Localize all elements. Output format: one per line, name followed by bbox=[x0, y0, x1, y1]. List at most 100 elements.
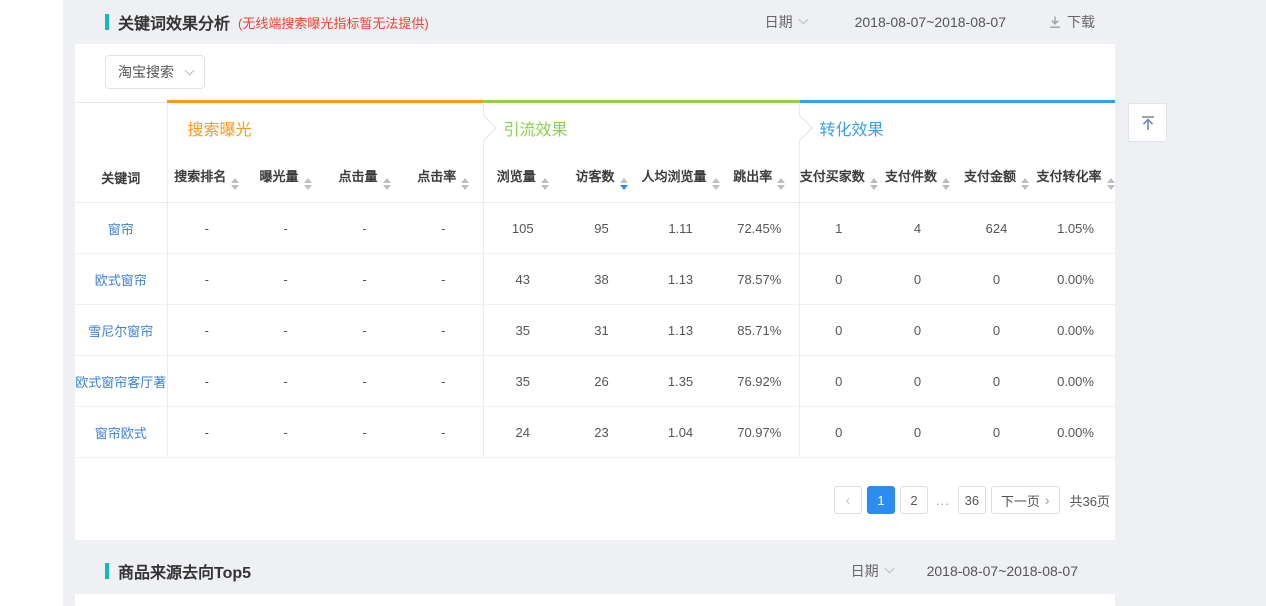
table-cell: - bbox=[246, 203, 325, 254]
table-cell: 0 bbox=[799, 356, 878, 407]
column-header-sortable[interactable]: 支付买家数 bbox=[799, 154, 878, 203]
table-cell: 0 bbox=[878, 254, 957, 305]
sort-icon[interactable] bbox=[1021, 178, 1029, 190]
column-header-sortable[interactable]: 支付转化率 bbox=[1036, 154, 1115, 203]
table-row: 窗帘欧式 ----24231.0470.97%0000.00% bbox=[75, 407, 1115, 458]
sort-icon[interactable] bbox=[712, 178, 720, 190]
pagination-total-pages: 共36页 bbox=[1070, 491, 1110, 510]
table-cell: 70.97% bbox=[720, 407, 799, 458]
chevron-down-icon bbox=[798, 15, 808, 25]
table-cell: 1.13 bbox=[641, 305, 720, 356]
sort-icon[interactable] bbox=[870, 178, 878, 190]
table-cell: 1.35 bbox=[641, 356, 720, 407]
group-header-search-exposure: 搜索曝光 bbox=[167, 102, 483, 154]
table-cell: - bbox=[404, 356, 483, 407]
chevron-right-icon: › bbox=[1045, 492, 1050, 508]
pagination-page-1[interactable]: 1 bbox=[867, 486, 895, 514]
table-cell: - bbox=[167, 356, 246, 407]
column-header-sortable[interactable]: 支付件数 bbox=[878, 154, 957, 203]
pagination-prev-button[interactable]: ‹ bbox=[834, 486, 862, 514]
sort-icon[interactable] bbox=[304, 178, 312, 190]
table-cell: 1.05% bbox=[1036, 203, 1115, 254]
column-header-sortable[interactable]: 点击量 bbox=[325, 154, 404, 203]
column-header-sortable-active[interactable]: 访客数 bbox=[562, 154, 641, 203]
table-cell: 1 bbox=[799, 203, 878, 254]
keyword-link[interactable]: 欧式窗帘 bbox=[75, 254, 167, 305]
table-cell: - bbox=[167, 407, 246, 458]
table-cell: 26 bbox=[562, 356, 641, 407]
download-icon bbox=[1048, 15, 1062, 29]
channel-select[interactable]: 淘宝搜索 bbox=[105, 55, 205, 89]
sort-icon[interactable] bbox=[1107, 178, 1115, 190]
date-range-value: 2018-08-07~2018-08-07 bbox=[927, 563, 1078, 579]
sort-icon[interactable] bbox=[383, 178, 391, 190]
pagination-page-2[interactable]: 2 bbox=[900, 486, 928, 514]
table-cell: 1.04 bbox=[641, 407, 720, 458]
pagination-next-label: 下一页 bbox=[1001, 491, 1040, 510]
keyword-link[interactable]: 雪尼尔窗帘 bbox=[75, 305, 167, 356]
column-header-sortable[interactable]: 曝光量 bbox=[246, 154, 325, 203]
table-cell: 72.45% bbox=[720, 203, 799, 254]
sort-icon[interactable] bbox=[231, 178, 239, 190]
pagination: ‹ 1 2 ... 36 下一页 › 共36页 bbox=[834, 486, 1110, 514]
table-row: 欧式窗帘客厅著 ----35261.3576.92%0000.00% bbox=[75, 356, 1115, 407]
sort-icon[interactable] bbox=[461, 178, 469, 190]
column-header-sortable[interactable]: 人均浏览量 bbox=[641, 154, 720, 203]
page-title: 关键词效果分析 bbox=[118, 10, 230, 34]
table-cell: - bbox=[246, 254, 325, 305]
table-row: 欧式窗帘 ----43381.1378.57%0000.00% bbox=[75, 254, 1115, 305]
column-header-sortable[interactable]: 浏览量 bbox=[483, 154, 562, 203]
table-cell: 24 bbox=[483, 407, 562, 458]
download-button[interactable]: 下载 bbox=[1048, 12, 1095, 32]
sort-icon[interactable] bbox=[942, 178, 950, 190]
section2-title: 商品来源去向Top5 bbox=[118, 559, 251, 583]
table-row: 窗帘 ----105951.1172.45%146241.05% bbox=[75, 203, 1115, 254]
column-header-sortable[interactable]: 点击率 bbox=[404, 154, 483, 203]
table-cell: - bbox=[325, 356, 404, 407]
chevron-down-icon bbox=[884, 564, 894, 574]
table-cell: - bbox=[404, 407, 483, 458]
column-header-sortable[interactable]: 支付金额 bbox=[957, 154, 1036, 203]
table-cell: 43 bbox=[483, 254, 562, 305]
app-window: 关键词效果分析 (无线端搜索曝光指标暂无法提供) 日期 2018-08-07~2… bbox=[0, 0, 1266, 606]
keyword-link[interactable]: 窗帘 bbox=[75, 203, 167, 254]
group-header-conversion-effect: 转化效果 bbox=[799, 102, 1115, 154]
date-filter-dropdown[interactable]: 日期 bbox=[765, 12, 807, 32]
group-header-traffic-effect: 引流效果 bbox=[483, 102, 799, 154]
keyword-link[interactable]: 窗帘欧式 bbox=[75, 407, 167, 458]
section-header-product-source-top5: 商品来源去向Top5 日期 2018-08-07~2018-08-07 bbox=[75, 548, 1115, 594]
table-cell: 0 bbox=[957, 254, 1036, 305]
sort-icon[interactable] bbox=[541, 178, 549, 190]
table-cell: - bbox=[246, 356, 325, 407]
date-range-value: 2018-08-07~2018-08-07 bbox=[855, 14, 1006, 30]
table-cell: - bbox=[325, 407, 404, 458]
table-row: 雪尼尔窗帘 ----35311.1385.71%0000.00% bbox=[75, 305, 1115, 356]
table-cell: - bbox=[246, 305, 325, 356]
pagination-page-36[interactable]: 36 bbox=[958, 486, 986, 514]
column-header-sortable[interactable]: 跳出率 bbox=[720, 154, 799, 203]
table-cell: 0.00% bbox=[1036, 356, 1115, 407]
column-header-sortable[interactable]: 搜索排名 bbox=[167, 154, 246, 203]
sort-icon[interactable] bbox=[777, 178, 785, 190]
table-cell: 35 bbox=[483, 356, 562, 407]
date-filter-dropdown[interactable]: 日期 bbox=[851, 561, 893, 581]
table-cell: 0 bbox=[799, 407, 878, 458]
table-cell: 624 bbox=[957, 203, 1036, 254]
table-cell: 78.57% bbox=[720, 254, 799, 305]
title-note: (无线端搜索曝光指标暂无法提供) bbox=[238, 13, 429, 32]
channel-select-value: 淘宝搜索 bbox=[118, 62, 174, 82]
date-filter-label: 日期 bbox=[851, 561, 879, 581]
table-cell: 0 bbox=[878, 356, 957, 407]
table-cell: 0 bbox=[799, 305, 878, 356]
back-to-top-button[interactable] bbox=[1128, 103, 1167, 142]
pagination-next-button[interactable]: 下一页 › bbox=[991, 486, 1060, 514]
keyword-link[interactable]: 欧式窗帘客厅著 bbox=[75, 356, 167, 407]
sort-icon-active-desc[interactable] bbox=[620, 178, 628, 190]
table-cell: 31 bbox=[562, 305, 641, 356]
table-cell: 35 bbox=[483, 305, 562, 356]
column-header-row: 关键词 搜索排名 曝光量 点击量 点击率 浏览量 访客数 人均浏览量 跳出率 支… bbox=[75, 154, 1115, 203]
table-cell: - bbox=[325, 305, 404, 356]
table-cell: 1.13 bbox=[641, 254, 720, 305]
date-filter-label: 日期 bbox=[765, 12, 793, 32]
table-cell: - bbox=[404, 254, 483, 305]
